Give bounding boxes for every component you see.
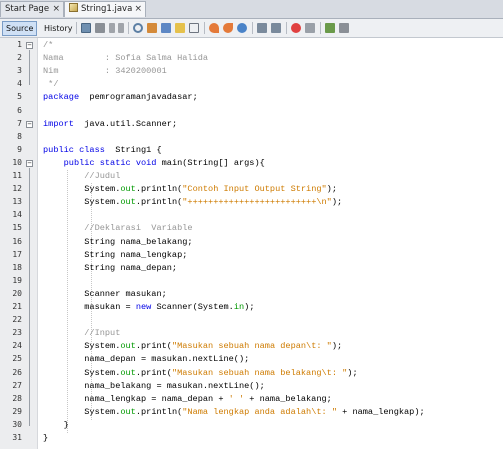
toolbar-separator bbox=[320, 22, 321, 34]
code-line: nama_belakang = masukan.nextLine(); bbox=[43, 380, 265, 391]
previous-bookmark-icon[interactable] bbox=[209, 23, 219, 33]
tab-label: Start Page bbox=[5, 4, 50, 14]
line-number: 13 bbox=[12, 197, 22, 207]
code-line: //Judul bbox=[43, 171, 121, 181]
line-number: 28 bbox=[12, 393, 22, 403]
editor-toolbar: Source History bbox=[0, 19, 503, 38]
next-bookmark-icon[interactable] bbox=[223, 23, 233, 33]
line-number: 4 bbox=[17, 79, 22, 89]
code-line: public static void main(String[] args){ bbox=[63, 157, 265, 168]
toolbar-separator bbox=[286, 22, 287, 34]
history-button[interactable]: History bbox=[40, 21, 76, 36]
line-number: 5 bbox=[17, 92, 22, 102]
code-line: /* bbox=[43, 40, 54, 50]
shift-right-icon[interactable] bbox=[271, 23, 281, 33]
toolbar-separator bbox=[76, 22, 77, 34]
fold-range-line bbox=[29, 50, 30, 86]
code-line: nama_depan = masukan.nextLine(); bbox=[43, 354, 250, 365]
line-number: 21 bbox=[12, 302, 22, 311]
editor-tab-bar: Start Page × String1.java × bbox=[0, 0, 503, 19]
close-tab-icon[interactable]: × bbox=[52, 2, 60, 17]
line-number: 17 bbox=[12, 249, 22, 259]
find-next-icon[interactable] bbox=[161, 23, 171, 33]
uncomment-icon[interactable] bbox=[339, 23, 349, 33]
line-number: 15 bbox=[12, 223, 22, 233]
line-number: 26 bbox=[12, 367, 22, 377]
line-number: 10 bbox=[12, 157, 22, 167]
code-line: System.out.println("++++++++++++++++++++… bbox=[43, 197, 343, 208]
toggle-bookmark-icon[interactable] bbox=[237, 23, 247, 33]
line-number: 18 bbox=[12, 262, 22, 272]
toggle-rectangular-selection-icon[interactable] bbox=[189, 23, 199, 33]
line-number: 2 bbox=[17, 53, 22, 63]
close-tab-icon[interactable]: × bbox=[134, 2, 142, 17]
code-line: Nama : Sofia Salma Halida bbox=[43, 53, 209, 64]
source-button[interactable]: Source bbox=[2, 21, 38, 36]
line-number: 8 bbox=[17, 131, 22, 141]
code-line: public class String1 { bbox=[43, 144, 162, 155]
code-line: } bbox=[43, 419, 69, 430]
line-number: 30 bbox=[12, 419, 22, 429]
line-number: 31 bbox=[12, 433, 22, 442]
toggle-highlight-icon[interactable] bbox=[175, 23, 185, 33]
line-number: 9 bbox=[17, 144, 22, 154]
start-macro-icon[interactable] bbox=[291, 23, 301, 33]
fold-toggle-icon[interactable]: − bbox=[26, 159, 33, 167]
line-number: 24 bbox=[12, 341, 22, 351]
toolbar-separator bbox=[252, 22, 253, 34]
line-number: 29 bbox=[12, 406, 22, 416]
java-file-icon bbox=[69, 3, 78, 12]
code-line: String nama_depan; bbox=[43, 262, 178, 273]
line-number: 14 bbox=[12, 210, 22, 220]
tab-start-page[interactable]: Start Page × bbox=[0, 1, 64, 17]
code-line: System.out.println("Contoh Input Output … bbox=[43, 184, 337, 195]
code-line: //Deklarasi Variable bbox=[43, 223, 193, 234]
code-line: System.out.println("Nama lengkap anda ad… bbox=[43, 406, 425, 417]
code-line: Scanner masukan; bbox=[43, 288, 167, 299]
find-previous-icon[interactable] bbox=[147, 23, 157, 33]
code-line: //Input bbox=[43, 328, 121, 339]
code-line: String nama_lengkap; bbox=[43, 249, 188, 260]
toolbar-separator bbox=[204, 22, 205, 34]
tab-string1-java[interactable]: String1.java × bbox=[64, 1, 146, 17]
line-number-gutter: 1 2 3 4 5 6 7 8 9 10 11 12 13 14 15 16 17 18 19 20 21 22 23 24 2… bbox=[0, 38, 38, 449]
line-number: 23 bbox=[12, 328, 22, 338]
code-line: System.out.print("Masukan sebuah nama be… bbox=[43, 367, 358, 378]
line-number: 6 bbox=[17, 105, 22, 115]
code-line: String nama_belakang; bbox=[43, 236, 193, 247]
forward-icon[interactable] bbox=[109, 23, 115, 33]
fold-toggle-icon[interactable]: − bbox=[26, 120, 33, 128]
line-number: 11 bbox=[12, 171, 22, 180]
code-line: */ bbox=[43, 79, 59, 90]
line-number: 12 bbox=[12, 184, 22, 194]
code-line: System.out.print("Masukan sebuah nama de… bbox=[43, 341, 343, 352]
shift-left-icon[interactable] bbox=[257, 23, 267, 33]
line-number: 25 bbox=[12, 354, 22, 364]
fold-range-line bbox=[29, 167, 30, 426]
code-line: Nim : 3420200001 bbox=[43, 66, 167, 77]
code-editor[interactable]: /* Nama : Sofia Salma Halida Nim : 3420200… bbox=[38, 38, 503, 449]
line-number: 19 bbox=[12, 275, 22, 285]
code-line: import java.util.Scanner; bbox=[43, 118, 178, 129]
tab-label: String1.java bbox=[81, 4, 133, 14]
stop-macro-icon[interactable] bbox=[305, 23, 315, 33]
code-line: } bbox=[43, 433, 49, 443]
fold-toggle-icon[interactable]: − bbox=[26, 42, 33, 49]
back-icon[interactable] bbox=[95, 23, 105, 33]
line-number: 16 bbox=[12, 236, 22, 246]
last-edit-icon[interactable] bbox=[81, 23, 91, 33]
code-line: masukan = new Scanner(System.in); bbox=[43, 302, 255, 312]
line-number: 1 bbox=[17, 40, 22, 49]
toolbar-separator bbox=[128, 22, 129, 34]
code-line: package pemrogramanjavadasar; bbox=[43, 92, 198, 103]
line-number: 20 bbox=[12, 288, 22, 298]
line-number: 7 bbox=[17, 118, 22, 128]
comment-icon[interactable] bbox=[325, 23, 335, 33]
find-icon[interactable] bbox=[133, 23, 143, 33]
line-number: 3 bbox=[17, 66, 22, 76]
line-number: 22 bbox=[12, 315, 22, 325]
chevron-down-icon[interactable] bbox=[118, 23, 124, 33]
code-line: nama_lengkap = nama_depan + ' ' + nama_b… bbox=[43, 393, 332, 404]
line-number: 27 bbox=[12, 380, 22, 390]
